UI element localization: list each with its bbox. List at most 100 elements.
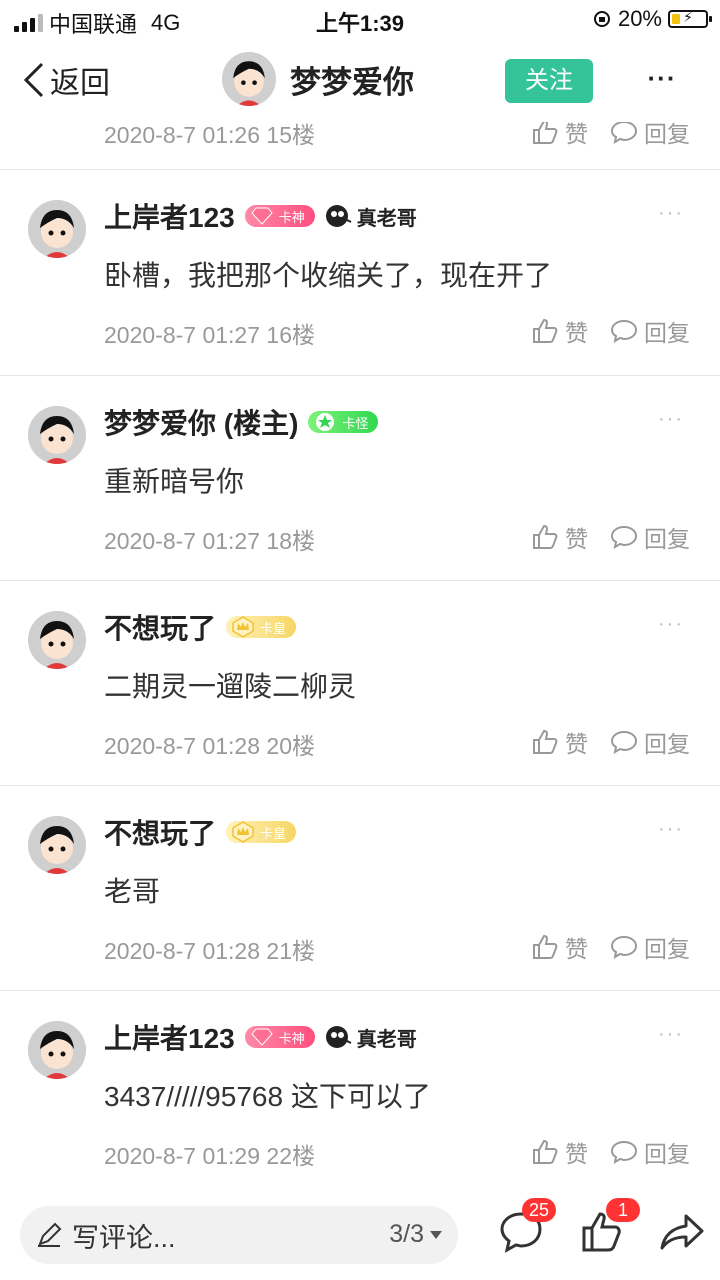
- username[interactable]: 不想玩了: [104, 812, 216, 852]
- thumbs-up-icon: [533, 524, 558, 549]
- pencil-icon: [38, 1222, 62, 1247]
- post-item: 梦梦爱你 (楼主) 卡怪 ··· 重新暗号你 2020-8-7 01:27 18…: [0, 376, 720, 581]
- back-button[interactable]: 返回: [22, 58, 110, 102]
- post-more-button[interactable]: ···: [658, 1023, 684, 1046]
- post-more-button[interactable]: ···: [658, 818, 684, 841]
- reply-label: 回复: [644, 320, 690, 346]
- back-label: 返回: [50, 67, 110, 100]
- username[interactable]: 上岸者123: [104, 196, 235, 236]
- post-meta: 2020-8-7 01:28 21楼: [104, 938, 315, 964]
- rotation-lock-icon: [593, 11, 610, 27]
- reply-button[interactable]: 回复: [610, 1135, 690, 1169]
- comment-count-badge: 25: [522, 1198, 556, 1222]
- status-bar: 中国联通 4G 上午1:39 20% ⚡: [0, 0, 720, 40]
- bottom-bar: 写评论... 3/3 25 1: [0, 1190, 720, 1280]
- like-label: 赞: [565, 1141, 588, 1167]
- like-button[interactable]: 赞: [531, 520, 588, 554]
- avatar[interactable]: [28, 406, 86, 464]
- avatar[interactable]: [28, 611, 86, 669]
- avatar[interactable]: [28, 1021, 86, 1079]
- like-label: 赞: [565, 731, 588, 757]
- reply-label: 回复: [644, 1141, 690, 1167]
- star-icon: [312, 411, 338, 433]
- speech-bubble-icon: [610, 1140, 638, 1165]
- bearded-face-icon: [325, 205, 352, 227]
- reply-label: 回复: [644, 731, 690, 757]
- like-button[interactable]: 赞: [531, 725, 588, 759]
- post-more-button[interactable]: ···: [658, 408, 684, 431]
- thumbs-up-icon: [533, 934, 558, 959]
- post-meta: 2020-8-7 01:28 20楼: [104, 733, 315, 759]
- thumbs-up-icon: [533, 1139, 558, 1164]
- like-label: 赞: [565, 320, 588, 346]
- like-button[interactable]: 赞: [531, 314, 588, 348]
- caret-down-icon: [430, 1230, 442, 1239]
- level-badge: 卡怪: [308, 411, 379, 433]
- follow-button[interactable]: 关注: [505, 59, 593, 103]
- post-item: 不想玩了 卡皇 ··· 老哥 2020-8-7 01:28 21楼 赞 回复: [0, 786, 720, 991]
- more-options-button[interactable]: ···: [640, 58, 684, 102]
- post-meta: 2020-8-7 01:27 16楼: [104, 322, 315, 348]
- comment-placeholder: 写评论...: [72, 1222, 176, 1253]
- thumbs-up-icon: [533, 729, 558, 754]
- level-badge: 卡皇: [226, 616, 297, 638]
- share-icon: [660, 1214, 704, 1250]
- page-title: 梦梦爱你: [290, 64, 414, 100]
- like-button[interactable]: 赞: [531, 1135, 588, 1169]
- crown-icon: [230, 616, 256, 638]
- share-button[interactable]: [660, 1210, 704, 1259]
- speech-bubble-icon: [610, 730, 638, 755]
- post-content: 3437/////95768 这下可以了: [104, 1081, 431, 1112]
- author-avatar[interactable]: [222, 52, 276, 106]
- page-selector[interactable]: 3/3: [389, 1220, 442, 1249]
- thumbs-up-icon: [533, 119, 558, 144]
- title-badge: 真老哥: [325, 202, 417, 231]
- post-item: 上岸者123 卡神 真老哥 ··· 3437/////95768 这下可以了 2…: [0, 991, 720, 1196]
- username[interactable]: 不想玩了: [104, 607, 216, 647]
- diamond-icon: [249, 1026, 275, 1048]
- level-badge: 卡神: [244, 1026, 315, 1048]
- comment-input[interactable]: 写评论... 3/3: [20, 1206, 458, 1264]
- level-badge: 卡皇: [226, 821, 297, 843]
- reply-button[interactable]: 回复: [610, 930, 690, 964]
- like-post-button[interactable]: 1: [580, 1198, 640, 1259]
- reply-button[interactable]: 回复: [610, 520, 690, 554]
- thumbs-up-icon: [533, 318, 558, 343]
- post-meta: 2020-8-7 01:27 18楼: [104, 528, 315, 554]
- reply-label: 回复: [644, 526, 690, 552]
- reply-button[interactable]: 回复: [610, 725, 690, 759]
- reply-label: 回复: [644, 936, 690, 962]
- post-content: 二期灵一遛陵二柳灵: [104, 671, 357, 702]
- post-content: 卧槽，我把那个收缩关了，现在开了: [104, 260, 553, 291]
- like-button[interactable]: 赞: [531, 930, 588, 964]
- speech-bubble-icon: [610, 319, 638, 344]
- post-item: 不想玩了 卡皇 ··· 二期灵一遛陵二柳灵 2020-8-7 01:28 20楼…: [0, 581, 720, 786]
- post-content: 老哥: [104, 876, 161, 907]
- battery-icon: ⚡: [668, 9, 712, 28]
- like-label: 赞: [565, 936, 588, 962]
- username[interactable]: 上岸者123: [104, 1017, 235, 1057]
- like-label: 赞: [565, 526, 588, 552]
- chevron-left-icon: [23, 62, 44, 98]
- speech-bubble-icon: [610, 935, 638, 960]
- title-badge: 真老哥: [325, 1023, 417, 1052]
- username[interactable]: 梦梦爱你 (楼主): [104, 402, 298, 442]
- crown-icon: [230, 821, 256, 843]
- post-item: 上岸者123 卡神 真老哥 ··· 卧槽，我把那个收缩关了，现在开了 2020-…: [0, 170, 720, 376]
- comments-button[interactable]: 25: [498, 1198, 556, 1259]
- speech-bubble-icon: [610, 120, 638, 145]
- like-count-badge: 1: [606, 1198, 640, 1222]
- battery-percent: 20%: [617, 6, 662, 31]
- nav-bar: 返回 梦梦爱你 关注 ···: [0, 40, 720, 122]
- post-more-button[interactable]: ···: [658, 202, 684, 225]
- bearded-face-icon: [325, 1026, 352, 1048]
- post-content: 重新暗号你: [104, 466, 245, 497]
- speech-bubble-icon: [610, 525, 638, 550]
- post-meta: 2020-8-7 01:29 22楼: [104, 1143, 315, 1169]
- avatar[interactable]: [28, 200, 86, 258]
- avatar[interactable]: [28, 816, 86, 874]
- reply-button[interactable]: 回复: [610, 314, 690, 348]
- diamond-icon: [249, 205, 275, 227]
- level-badge: 卡神: [244, 205, 315, 227]
- post-more-button[interactable]: ···: [658, 613, 684, 636]
